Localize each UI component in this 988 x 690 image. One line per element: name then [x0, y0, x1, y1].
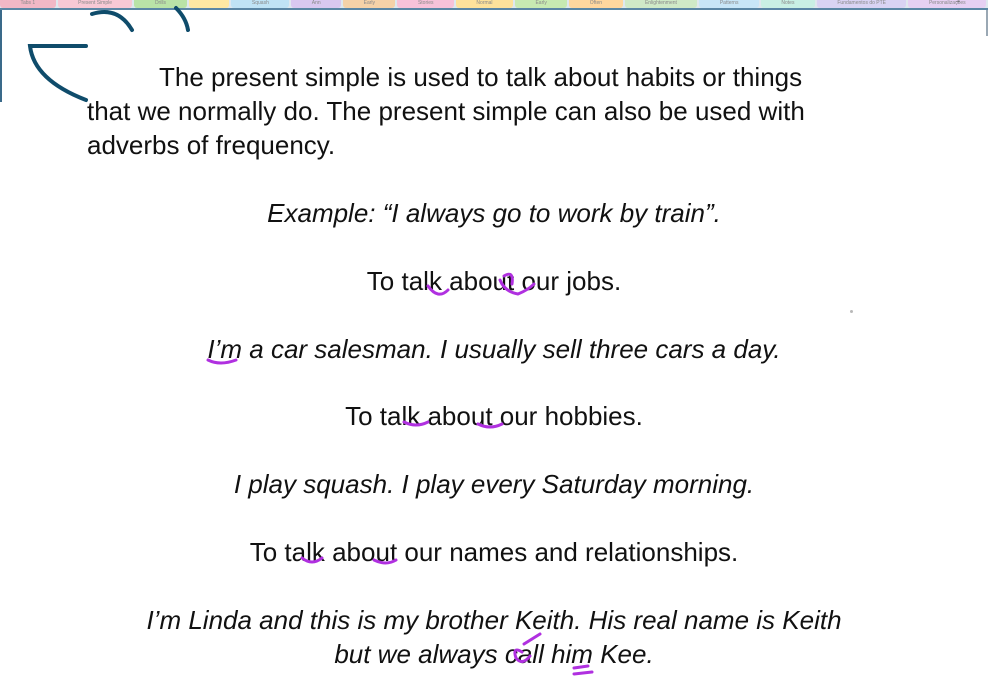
- liaison-mark: [300, 556, 324, 564]
- stress-mark: [522, 632, 542, 646]
- liaison-mark: [502, 272, 514, 286]
- liaison-mark: [206, 358, 238, 365]
- ink-annotations: [27, 6, 594, 676]
- stress-mark: [513, 648, 532, 663]
- liaison-mark: [498, 278, 536, 296]
- corner-pen-stroke: [27, 6, 190, 102]
- liaison-mark: [426, 284, 450, 296]
- liaison-mark: [476, 422, 504, 429]
- stress-mark: [572, 664, 590, 670]
- liaison-mark: [402, 420, 430, 427]
- stress-mark: [572, 670, 594, 676]
- liaison-mark: [372, 558, 398, 565]
